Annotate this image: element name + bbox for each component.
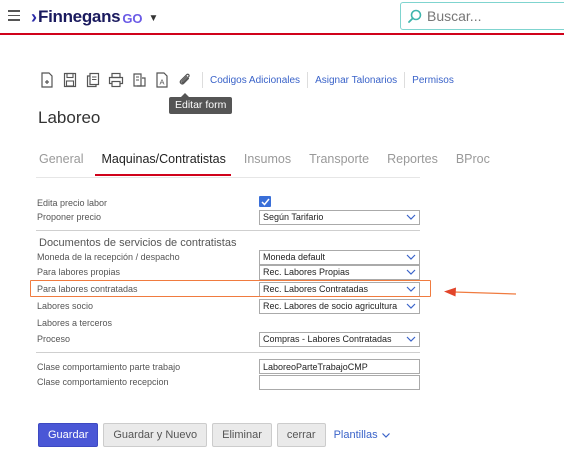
cerrar-button[interactable]: cerrar [276, 423, 326, 447]
labores-socio-value: Rec. Labores de socio agricultura [263, 301, 398, 311]
labores-propias-value: Rec. Labores Propias [263, 267, 350, 277]
search-icon [408, 9, 422, 23]
moneda-select[interactable]: Moneda default [259, 250, 420, 265]
edit-form-tooltip: Editar form [169, 93, 233, 114]
highlight-box [30, 280, 431, 297]
asignar-talonarios-link[interactable]: Asignar Talonarios [313, 75, 399, 86]
permisos-link[interactable]: Permisos [410, 75, 456, 86]
print-icon[interactable] [105, 70, 127, 90]
tabs-divider [36, 177, 420, 178]
hamburger-menu-icon[interactable] [8, 10, 20, 22]
action-buttons: Guardar Guardar y Nuevo Eliminar cerrar … [38, 423, 391, 447]
proceso-value: Compras - Labores Contratadas [263, 334, 392, 344]
new-document-icon[interactable] [36, 70, 58, 90]
guardar-button[interactable]: Guardar [38, 423, 99, 447]
checkmark-icon [260, 198, 270, 206]
search-input[interactable] [427, 8, 557, 24]
tab-maquinas-contratistas[interactable]: Maquinas/Contratistas [95, 152, 232, 176]
save-icon[interactable] [59, 70, 81, 90]
logo-chevron-icon: › [31, 7, 37, 27]
tab-transporte[interactable]: Transporte [306, 152, 369, 172]
section-title: Documentos de servicios de contratistas [39, 237, 237, 249]
eliminar-button[interactable]: Eliminar [212, 423, 272, 447]
codigos-adicionales-link[interactable]: Codigos Adicionales [208, 75, 302, 86]
brand-name: Finnegans [38, 7, 121, 26]
tab-bar: General Maquinas/Contratistas Insumos Tr… [36, 152, 505, 176]
paperclip-icon[interactable] [174, 70, 196, 90]
labores-socio-label: Labores socio [37, 301, 94, 311]
moneda-value: Moneda default [263, 252, 326, 262]
top-bar: › Finnegans GO ▼ [0, 0, 564, 35]
proponer-precio-label: Proponer precio [37, 212, 102, 222]
toolbar-divider [307, 72, 309, 88]
svg-text:A: A [159, 78, 164, 87]
tab-bproc[interactable]: BProc [453, 152, 490, 172]
proponer-precio-value: Según Tarifario [263, 212, 324, 222]
proceso-label: Proceso [37, 334, 71, 344]
copy-icon[interactable] [82, 70, 104, 90]
chevron-down-icon [406, 269, 416, 275]
chevron-down-icon [381, 433, 390, 438]
chevron-down-icon [406, 336, 416, 342]
attach-document-icon[interactable] [128, 70, 150, 90]
chevron-down-icon [406, 254, 416, 260]
tab-reportes[interactable]: Reportes [384, 152, 438, 172]
labores-socio-select[interactable]: Rec. Labores de socio agricultura [259, 299, 420, 314]
toolbar-divider [404, 72, 406, 88]
edita-precio-labor-label: Edita precio labor [37, 198, 108, 208]
section-divider [36, 352, 420, 353]
labores-terceros-label: Labores a terceros [37, 318, 113, 328]
tab-insumos[interactable]: Insumos [241, 152, 291, 172]
chevron-down-icon[interactable]: ▼ [149, 13, 159, 24]
labores-propias-select[interactable]: Rec. Labores Propias [259, 265, 420, 280]
toolbar-divider [202, 72, 203, 88]
proceso-select[interactable]: Compras - Labores Contratadas [259, 332, 420, 347]
edita-precio-labor-checkbox[interactable] [259, 196, 271, 207]
chevron-down-icon [406, 303, 416, 309]
chevron-down-icon [406, 214, 416, 220]
clase-parte-trabajo-input[interactable] [259, 359, 420, 374]
plantillas-dropdown[interactable]: Plantillas [334, 429, 391, 441]
labores-propias-label: Para labores propias [37, 267, 121, 277]
clase-recepcion-input[interactable] [259, 375, 420, 390]
edit-form-icon[interactable]: A [151, 70, 173, 90]
plantillas-label: Plantillas [333, 429, 378, 441]
search-box[interactable] [400, 2, 564, 30]
clase-recepcion-label: Clase comportamiento recepcion [37, 377, 169, 387]
annotation-arrow-icon [444, 287, 517, 297]
toolbar: A Codigos Adicionales Asignar Talonarios… [36, 70, 456, 90]
moneda-label: Moneda de la recepción / despacho [37, 252, 180, 262]
brand-suffix: GO [122, 11, 143, 26]
tab-general[interactable]: General [36, 152, 83, 172]
app-logo[interactable]: › Finnegans GO ▼ [31, 7, 158, 27]
guardar-y-nuevo-button[interactable]: Guardar y Nuevo [103, 423, 208, 447]
section-divider [36, 230, 420, 231]
proponer-precio-select[interactable]: Según Tarifario [259, 210, 420, 225]
page-title: Laboreo [38, 108, 101, 127]
clase-parte-trabajo-label: Clase comportamiento parte trabajo [37, 362, 181, 372]
